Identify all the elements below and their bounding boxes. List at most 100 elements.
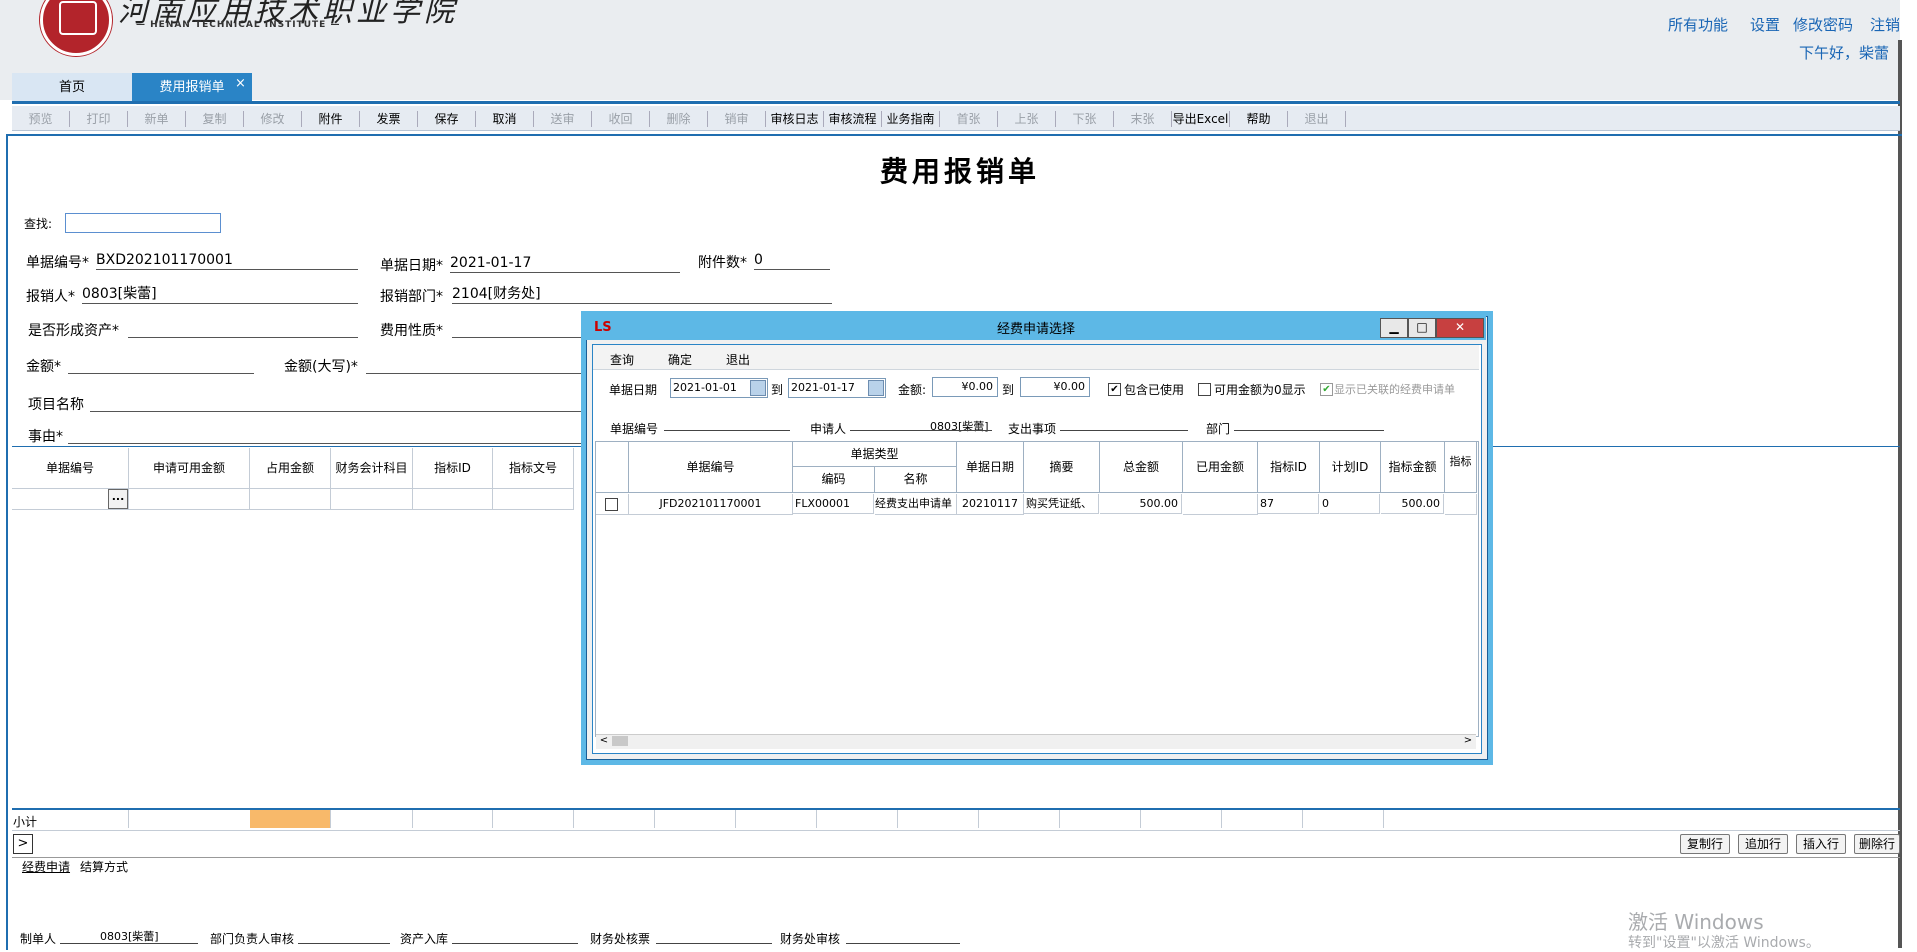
- dept-field[interactable]: 2104[财务处]: [452, 285, 832, 304]
- link-change-password[interactable]: 修改密码: [1793, 14, 1853, 35]
- grid-cell[interactable]: [250, 488, 331, 510]
- attach-label: 附件数*: [698, 255, 747, 271]
- horizontal-scrollbar[interactable]: [596, 734, 1476, 749]
- delete-row-button[interactable]: 删除行: [1854, 834, 1900, 854]
- toolbar-button[interactable]: 预览: [12, 111, 70, 127]
- row-index-amount[interactable]: 500.00: [1381, 494, 1444, 514]
- toolbar-button[interactable]: 审核流程: [824, 111, 882, 127]
- toolbar-button[interactable]: 发票: [360, 111, 418, 127]
- query-button[interactable]: 查询: [610, 351, 634, 368]
- close-icon[interactable]: ×: [235, 76, 246, 91]
- toolbar-button[interactable]: 下张: [1056, 111, 1114, 127]
- subtab-settlement[interactable]: 结算方式: [80, 858, 128, 875]
- amount-field[interactable]: [68, 355, 254, 374]
- nature-field[interactable]: [452, 319, 588, 338]
- toolbar-button[interactable]: 附件: [302, 111, 360, 127]
- toolbar-button[interactable]: 首张: [940, 111, 998, 127]
- toolbar-button[interactable]: 收回: [592, 111, 650, 127]
- close-icon[interactable]: ✕: [1436, 318, 1484, 338]
- toolbar-button[interactable]: 修改: [244, 111, 302, 127]
- grid-cell[interactable]: [493, 488, 574, 510]
- toolbar-button[interactable]: 复制: [186, 111, 244, 127]
- grid-cell[interactable]: [331, 488, 413, 510]
- subtab-fund-application[interactable]: 经费申请: [22, 858, 70, 875]
- row-name[interactable]: 经费支出申请单: [875, 494, 957, 515]
- exit-button[interactable]: 退出: [726, 351, 750, 368]
- amount-to-input[interactable]: ¥0.00: [1020, 377, 1090, 397]
- toolbar-button[interactable]: 打印: [70, 111, 128, 127]
- copy-row-button[interactable]: 复制行: [1680, 834, 1730, 854]
- filter-dept-input[interactable]: [1234, 430, 1384, 431]
- asset-field[interactable]: [128, 319, 358, 338]
- doc-no-field[interactable]: BXD202101170001: [96, 251, 358, 270]
- minimize-icon[interactable]: ▁: [1380, 318, 1408, 338]
- row-plan-id[interactable]: 0: [1320, 494, 1380, 514]
- maximize-icon[interactable]: □: [1408, 318, 1436, 338]
- row-index-extra[interactable]: [1445, 494, 1477, 515]
- row-checkbox[interactable]: [605, 498, 618, 511]
- toolbar-button[interactable]: 业务指南: [882, 111, 940, 127]
- amount-cap-field[interactable]: [366, 355, 588, 374]
- toolbar-button[interactable]: 末张: [1114, 111, 1172, 127]
- link-logout[interactable]: 注销: [1870, 14, 1900, 35]
- project-field[interactable]: [90, 393, 588, 412]
- col-select: [596, 442, 629, 493]
- toolbar-button[interactable]: 删除: [650, 111, 708, 127]
- tab-expense-report[interactable]: 费用报销单: [132, 73, 252, 103]
- grid-cell[interactable]: [413, 488, 493, 510]
- insert-row-button[interactable]: 插入行: [1796, 834, 1846, 854]
- watermark-activate: 激活 Windows: [1628, 910, 1764, 934]
- grid-cell[interactable]: [129, 488, 250, 510]
- row-doc-no[interactable]: JFD202101170001: [629, 494, 793, 515]
- filter-doc-no-label: 单据编号: [610, 422, 659, 436]
- toolbar-button[interactable]: 取消: [476, 111, 534, 127]
- toolbar-button[interactable]: 退出: [1288, 111, 1346, 127]
- toolbar-button[interactable]: 送审: [534, 111, 592, 127]
- row-total[interactable]: 500.00: [1100, 494, 1182, 514]
- toolbar-button[interactable]: 上张: [998, 111, 1056, 127]
- toolbar-button[interactable]: 销审: [708, 111, 766, 127]
- ellipsis-button[interactable]: ...: [108, 489, 128, 509]
- show-zero-checkbox[interactable]: [1198, 383, 1211, 396]
- row-used[interactable]: [1183, 494, 1258, 515]
- subtotal-cell: [898, 810, 979, 828]
- signature-line: [656, 943, 772, 944]
- search-input[interactable]: [65, 213, 221, 233]
- reason-field[interactable]: [68, 425, 588, 444]
- chevron-down-icon[interactable]: [868, 380, 884, 396]
- person-field[interactable]: 0803[柴蕾]: [82, 285, 358, 304]
- include-used-label: 包含已使用: [1124, 383, 1185, 397]
- append-row-button[interactable]: 追加行: [1738, 834, 1788, 854]
- doc-date-field[interactable]: 2021-01-17: [450, 254, 680, 273]
- nature-label: 费用性质*: [380, 323, 443, 339]
- row-summary[interactable]: 购买凭证纸、: [1024, 494, 1099, 514]
- scroll-left-icon[interactable]: <: [598, 735, 610, 747]
- row-index-id[interactable]: 87: [1258, 494, 1319, 514]
- col-index-doc-no: 指标文号: [493, 448, 574, 488]
- doc-no-label: 单据编号*: [26, 255, 89, 271]
- include-used-checkbox[interactable]: ✔: [1108, 383, 1121, 396]
- amount-from-input[interactable]: ¥0.00: [932, 377, 998, 397]
- scroll-right-icon[interactable]: >: [1462, 735, 1474, 747]
- filter-doc-no-input[interactable]: [664, 430, 790, 431]
- tab-home[interactable]: 首页: [12, 73, 132, 103]
- row-code[interactable]: FLX00001: [793, 494, 874, 514]
- col-index-id: 指标ID: [1258, 442, 1320, 493]
- row-doc-date[interactable]: 20210117: [957, 494, 1024, 515]
- confirm-button[interactable]: 确定: [668, 351, 692, 368]
- watermark-hint: 转到"设置"以激活 Windows。: [1628, 935, 1820, 951]
- toolbar-button[interactable]: 审核日志: [766, 111, 824, 127]
- filter-expense-input[interactable]: [1060, 430, 1188, 431]
- toolbar-button[interactable]: 导出Excel: [1172, 111, 1230, 127]
- filter-applicant-input[interactable]: [850, 430, 992, 431]
- col-name: 名称: [875, 467, 957, 493]
- toolbar-button[interactable]: 帮助: [1230, 111, 1288, 127]
- expand-arrow-icon[interactable]: >: [13, 834, 33, 854]
- scrollbar-thumb[interactable]: [612, 736, 628, 746]
- attach-field[interactable]: 0: [754, 251, 830, 270]
- chevron-down-icon[interactable]: [750, 380, 766, 396]
- toolbar-button[interactable]: 新单: [128, 111, 186, 127]
- toolbar-button[interactable]: 保存: [418, 111, 476, 127]
- link-all-functions[interactable]: 所有功能: [1668, 14, 1728, 35]
- link-settings[interactable]: 设置: [1750, 14, 1780, 35]
